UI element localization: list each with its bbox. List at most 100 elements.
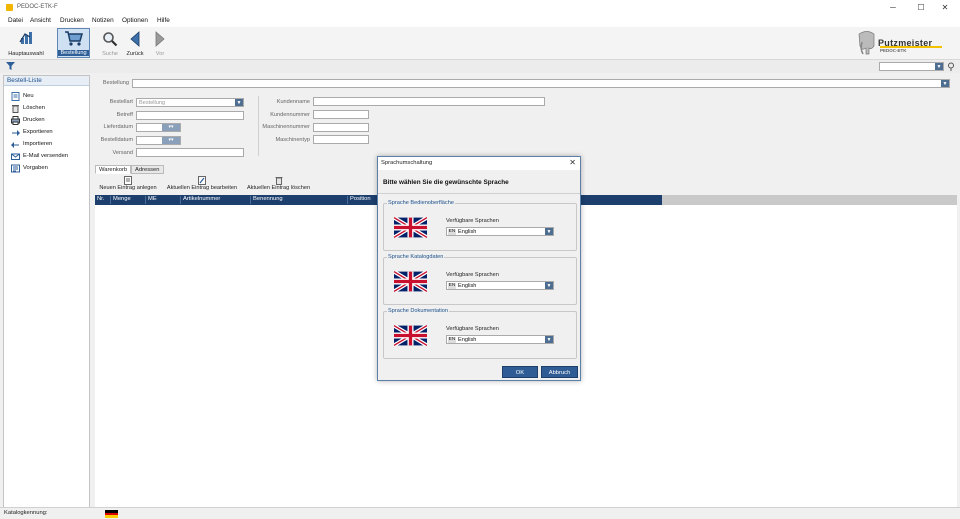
chevron-down-icon: ▼ — [545, 228, 553, 235]
ok-button[interactable]: OK — [502, 366, 538, 378]
bestellart-label: Bestellart — [109, 99, 133, 105]
kundenname-input[interactable] — [313, 97, 545, 106]
bestellung-button[interactable]: Bestellung — [57, 28, 90, 58]
maschinentyp-input[interactable] — [313, 135, 369, 144]
close-window-button[interactable]: ✕ — [939, 2, 951, 13]
group-title: Sprache Dokumentation — [387, 308, 450, 314]
column-header-artikelnummer[interactable]: Artikelnummer — [180, 196, 250, 204]
tab-adressen[interactable]: Adressen — [131, 165, 164, 174]
uk-flag-icon — [394, 217, 427, 238]
menu-hilfe[interactable]: Hilfe — [157, 17, 170, 24]
menu-optionen[interactable]: Optionen — [122, 17, 148, 24]
dialog-heading: Bitte wählen Sie die gewünschte Sprache — [383, 179, 509, 186]
delete-entry-label: Aktuellen Eintrag löschen — [246, 185, 311, 191]
filter-strip — [0, 60, 960, 73]
menu-datei[interactable]: Datei — [8, 17, 23, 24]
catalog-language-group: Sprache Katalogdaten Verfügbare Sprachen… — [383, 254, 577, 305]
kundennummer-input[interactable] — [313, 110, 369, 119]
hauptauswahl-button[interactable]: Hauptauswahl — [5, 28, 47, 58]
language-name: English — [458, 229, 477, 235]
versand-label: Versand — [112, 150, 133, 156]
maschinennummer-input[interactable] — [313, 123, 369, 132]
tab-warenkorb[interactable]: Warenkorb — [95, 165, 132, 174]
german-flag-icon[interactable] — [105, 510, 118, 518]
chevron-down-icon: ▼ — [935, 63, 943, 70]
catalog-language-select[interactable]: EN English ▼ — [446, 281, 554, 290]
dialog-divider — [378, 193, 580, 194]
bestellung-select[interactable]: ▼ — [132, 79, 950, 88]
minimize-button[interactable]: ─ — [887, 2, 899, 13]
column-header-benennung[interactable]: Benennung — [250, 196, 347, 204]
vor-label: Vor — [155, 51, 165, 57]
sidebar-item-label: Exportieren — [23, 129, 53, 135]
pin-icon[interactable] — [947, 62, 956, 71]
uk-flag-icon — [394, 325, 427, 346]
maschinentyp-label: Maschinentyp — [275, 137, 310, 143]
menu-notizen[interactable]: Notizen — [92, 17, 114, 24]
suche-button[interactable]: Suche — [99, 28, 121, 58]
maschinennummer-label: Maschinennummer — [262, 124, 310, 130]
window-title: PEDOC-ETK-F — [17, 4, 58, 10]
language-code: EN — [448, 229, 456, 235]
sidebar-item-email[interactable]: E-Mail versenden — [4, 150, 89, 162]
delete-icon — [12, 105, 19, 113]
documentation-language-select[interactable]: EN English ▼ — [446, 335, 554, 344]
zurueck-label: Zurück — [126, 51, 144, 57]
sidebar-title: Bestell-Liste — [4, 76, 89, 86]
bestellung-label: Bestellung — [102, 80, 129, 86]
sidebar-item-drucken[interactable]: Drucken — [4, 114, 89, 126]
ui-language-group: Sprache Bedienoberfläche Verfügbare Spra… — [383, 200, 577, 251]
kundennummer-label: Kundennummer — [270, 112, 310, 118]
import-icon — [11, 142, 19, 148]
cart-icon — [64, 31, 83, 46]
sidebar-item-exportieren[interactable]: Exportieren — [4, 126, 89, 138]
documentation-language-group: Sprache Dokumentation Verfügbare Sprache… — [383, 308, 577, 359]
back-arrow-icon — [130, 31, 140, 47]
language-name: English — [458, 283, 477, 289]
new-entry-icon — [124, 176, 132, 185]
dialog-title: Sprachumschaltung ✕ — [378, 157, 580, 170]
available-languages-label: Verfügbare Sprachen — [446, 272, 499, 278]
cancel-button[interactable]: Abbruch — [541, 366, 578, 378]
lieferdatum-label: Lieferdatum — [103, 124, 133, 130]
sidebar-item-vorgaben[interactable]: Vorgaben — [4, 162, 89, 174]
edit-entry-button[interactable]: Aktuellen Eintrag bearbeiten — [164, 176, 240, 194]
ui-language-select[interactable]: EN English ▼ — [446, 227, 554, 236]
new-entry-button[interactable]: Neuen Eintrag anlegen — [97, 176, 159, 194]
lieferdatum-input[interactable]: ▾▾ — [136, 123, 181, 132]
column-header-nr[interactable]: Nr. — [95, 196, 110, 204]
language-code: EN — [448, 337, 456, 343]
suche-label: Suche — [102, 51, 118, 57]
main-toolbar: Hauptauswahl Bestellung Suche Zurück Vor — [0, 27, 960, 60]
vor-button[interactable]: Vor — [150, 28, 170, 58]
delete-entry-icon — [275, 177, 282, 185]
view-select[interactable]: ▼ — [879, 62, 944, 71]
maximize-button[interactable]: ☐ — [915, 2, 927, 13]
date-picker-icon[interactable]: ▾▾ — [162, 124, 180, 131]
column-header-menge[interactable]: Menge — [110, 196, 145, 204]
sidebar-item-loeschen[interactable]: Löschen — [4, 102, 89, 114]
versand-input[interactable] — [136, 148, 244, 157]
kundenname-label: Kundenname — [276, 99, 310, 105]
betreff-input[interactable] — [136, 111, 244, 120]
betreff-label: Betreff — [116, 112, 133, 118]
column-header-me[interactable]: ME — [145, 196, 180, 204]
group-title: Sprache Katalogdaten — [387, 254, 445, 260]
menu-ansicht[interactable]: Ansicht — [30, 17, 51, 24]
sidebar-item-label: Neu — [23, 93, 34, 99]
sidebar-item-importieren[interactable]: Importieren — [4, 138, 89, 150]
sidebar-item-neu[interactable]: Neu — [4, 90, 89, 102]
dialog-close-button[interactable]: ✕ — [569, 158, 576, 167]
chevron-down-icon: ▼ — [235, 99, 243, 106]
filter-icon[interactable] — [6, 62, 15, 70]
available-languages-label: Verfügbare Sprachen — [446, 218, 499, 224]
putzmeister-logo: Putzmeister PEDOC-ETK — [856, 29, 948, 56]
bestellart-select[interactable]: Bestellung ▼ — [136, 98, 244, 107]
bestelldatum-input[interactable]: ▾▾ — [136, 136, 181, 145]
zurueck-button[interactable]: Zurück — [124, 28, 146, 58]
menu-drucken[interactable]: Drucken — [60, 17, 84, 24]
hauptauswahl-label: Hauptauswahl — [8, 51, 44, 57]
date-picker-icon[interactable]: ▾▾ — [162, 137, 180, 144]
delete-entry-button[interactable]: Aktuellen Eintrag löschen — [244, 176, 313, 194]
menu-bar: Datei Ansicht Drucken Notizen Optionen H… — [0, 15, 960, 27]
